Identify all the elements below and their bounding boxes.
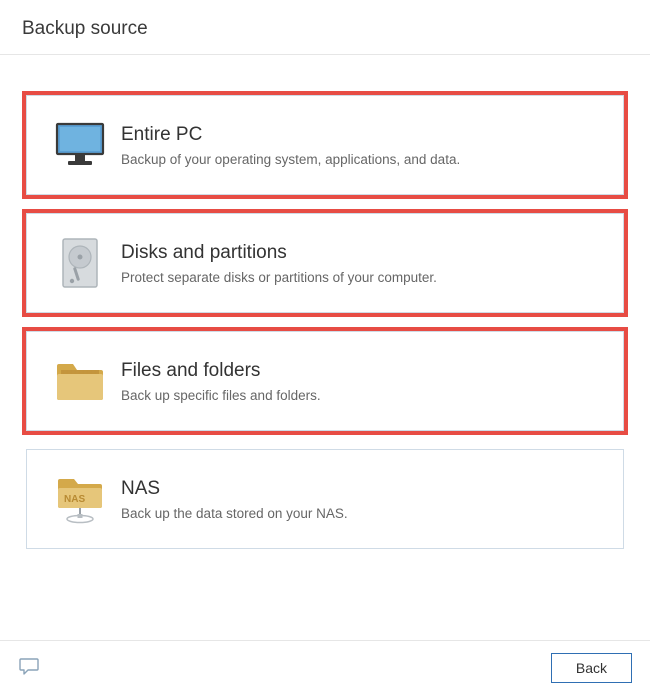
option-nas[interactable]: NAS NAS Back up the data stored on your … — [26, 449, 624, 549]
option-text: Disks and partitions Protect separate di… — [115, 242, 605, 285]
option-text: NAS Back up the data stored on your NAS. — [115, 478, 605, 521]
option-entire-pc[interactable]: Entire PC Backup of your operating syste… — [26, 95, 624, 195]
dialog-header: Backup source — [0, 0, 650, 55]
back-button[interactable]: Back — [551, 653, 632, 683]
chat-icon[interactable] — [18, 656, 40, 681]
option-title: NAS — [121, 478, 605, 500]
monitor-icon — [45, 122, 115, 168]
option-disks-partitions[interactable]: Disks and partitions Protect separate di… — [26, 213, 624, 313]
option-desc: Back up the data stored on your NAS. — [121, 506, 605, 521]
option-files-folders[interactable]: Files and folders Back up specific files… — [26, 331, 624, 431]
hard-disk-icon — [45, 237, 115, 289]
option-title: Disks and partitions — [121, 242, 605, 264]
folder-icon — [45, 360, 115, 402]
svg-text:NAS: NAS — [64, 494, 85, 505]
option-wrapper-files: Files and folders Back up specific files… — [22, 327, 628, 435]
option-title: Entire PC — [121, 124, 605, 146]
option-desc: Backup of your operating system, applica… — [121, 152, 605, 167]
options-list: Entire PC Backup of your operating syste… — [0, 55, 650, 640]
option-text: Entire PC Backup of your operating syste… — [115, 124, 605, 167]
page-title: Backup source — [22, 18, 628, 40]
nas-folder-icon: NAS — [45, 474, 115, 524]
option-text: Files and folders Back up specific files… — [115, 360, 605, 403]
option-wrapper-disks: Disks and partitions Protect separate di… — [22, 209, 628, 317]
option-title: Files and folders — [121, 360, 605, 382]
dialog-footer: Back — [0, 640, 650, 697]
option-wrapper-nas: NAS NAS Back up the data stored on your … — [22, 445, 628, 553]
option-desc: Protect separate disks or partitions of … — [121, 270, 605, 285]
option-wrapper-entire-pc: Entire PC Backup of your operating syste… — [22, 91, 628, 199]
option-desc: Back up specific files and folders. — [121, 388, 605, 403]
